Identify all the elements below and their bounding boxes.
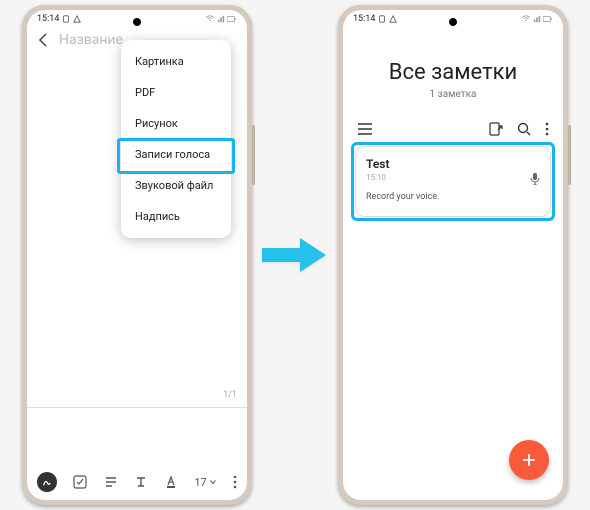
note-time: 15:10 bbox=[366, 173, 540, 182]
notes-list-header: Все заметки 1 заметка bbox=[343, 26, 563, 116]
search-icon[interactable] bbox=[517, 122, 531, 136]
screen-right: 15:14 Все заметки 1 заметка bbox=[343, 10, 563, 500]
page-counter: 1/1 bbox=[223, 390, 237, 400]
note-title: Test bbox=[366, 157, 540, 171]
font-size-button[interactable]: 17 bbox=[194, 476, 216, 489]
signal-icon bbox=[217, 15, 225, 23]
camera-hole bbox=[449, 18, 457, 26]
chevron-down-icon bbox=[209, 478, 217, 486]
back-icon[interactable] bbox=[37, 33, 49, 47]
note-card[interactable]: Test 15:10 Record your voice. bbox=[355, 146, 551, 217]
phone-frame-left: 15:14 Название 1/1 bbox=[22, 5, 252, 505]
notes-count: 1 заметка bbox=[353, 89, 553, 100]
menu-item-drawing[interactable]: Рисунок bbox=[121, 108, 231, 139]
add-note-button[interactable] bbox=[509, 440, 549, 480]
menu-item-voice[interactable]: Записи голоса bbox=[121, 139, 231, 170]
status-time: 15:14 bbox=[37, 14, 59, 24]
battery-icon bbox=[227, 15, 237, 23]
handwriting-button[interactable] bbox=[37, 472, 57, 492]
note-preview: Record your voice. bbox=[366, 192, 540, 202]
plus-icon bbox=[521, 452, 537, 468]
list-style-button[interactable] bbox=[104, 475, 118, 489]
signal-icon bbox=[533, 15, 541, 23]
page-divider bbox=[27, 407, 247, 408]
checkbox-button[interactable] bbox=[73, 475, 87, 489]
arrow-icon bbox=[260, 230, 330, 280]
font-size-value: 17 bbox=[194, 476, 206, 489]
menu-item-image[interactable]: Картинка bbox=[121, 46, 231, 77]
menu-item-pdf[interactable]: PDF bbox=[121, 77, 231, 108]
notification-icon bbox=[73, 15, 81, 23]
attach-menu: Картинка PDF Рисунок Записи голоса Звуко… bbox=[121, 40, 231, 238]
notification-icon bbox=[378, 15, 386, 23]
notification-icon bbox=[389, 15, 397, 23]
wifi-icon bbox=[521, 15, 531, 23]
battery-icon bbox=[543, 15, 553, 23]
wifi-icon bbox=[205, 15, 215, 23]
microphone-icon bbox=[530, 173, 540, 185]
menu-item-text[interactable]: Надпись bbox=[121, 201, 231, 232]
list-toolbar bbox=[343, 116, 563, 146]
camera-hole bbox=[133, 18, 141, 26]
phone-frame-right: 15:14 Все заметки 1 заметка bbox=[338, 5, 568, 505]
menu-icon[interactable] bbox=[357, 122, 373, 136]
screen-left: 15:14 Название 1/1 bbox=[27, 10, 247, 500]
note-title-input[interactable]: Название bbox=[59, 32, 123, 48]
text-color-button[interactable] bbox=[164, 475, 178, 489]
pdf-export-icon[interactable] bbox=[489, 122, 503, 136]
more-icon[interactable] bbox=[545, 122, 549, 136]
editor-toolbar: 17 bbox=[27, 468, 247, 496]
notification-icon bbox=[62, 15, 70, 23]
page-title: Все заметки bbox=[353, 60, 553, 85]
more-button[interactable] bbox=[233, 475, 237, 489]
text-style-button[interactable] bbox=[134, 475, 148, 489]
status-time: 15:14 bbox=[353, 14, 375, 24]
menu-item-audio[interactable]: Звуковой файл bbox=[121, 170, 231, 201]
